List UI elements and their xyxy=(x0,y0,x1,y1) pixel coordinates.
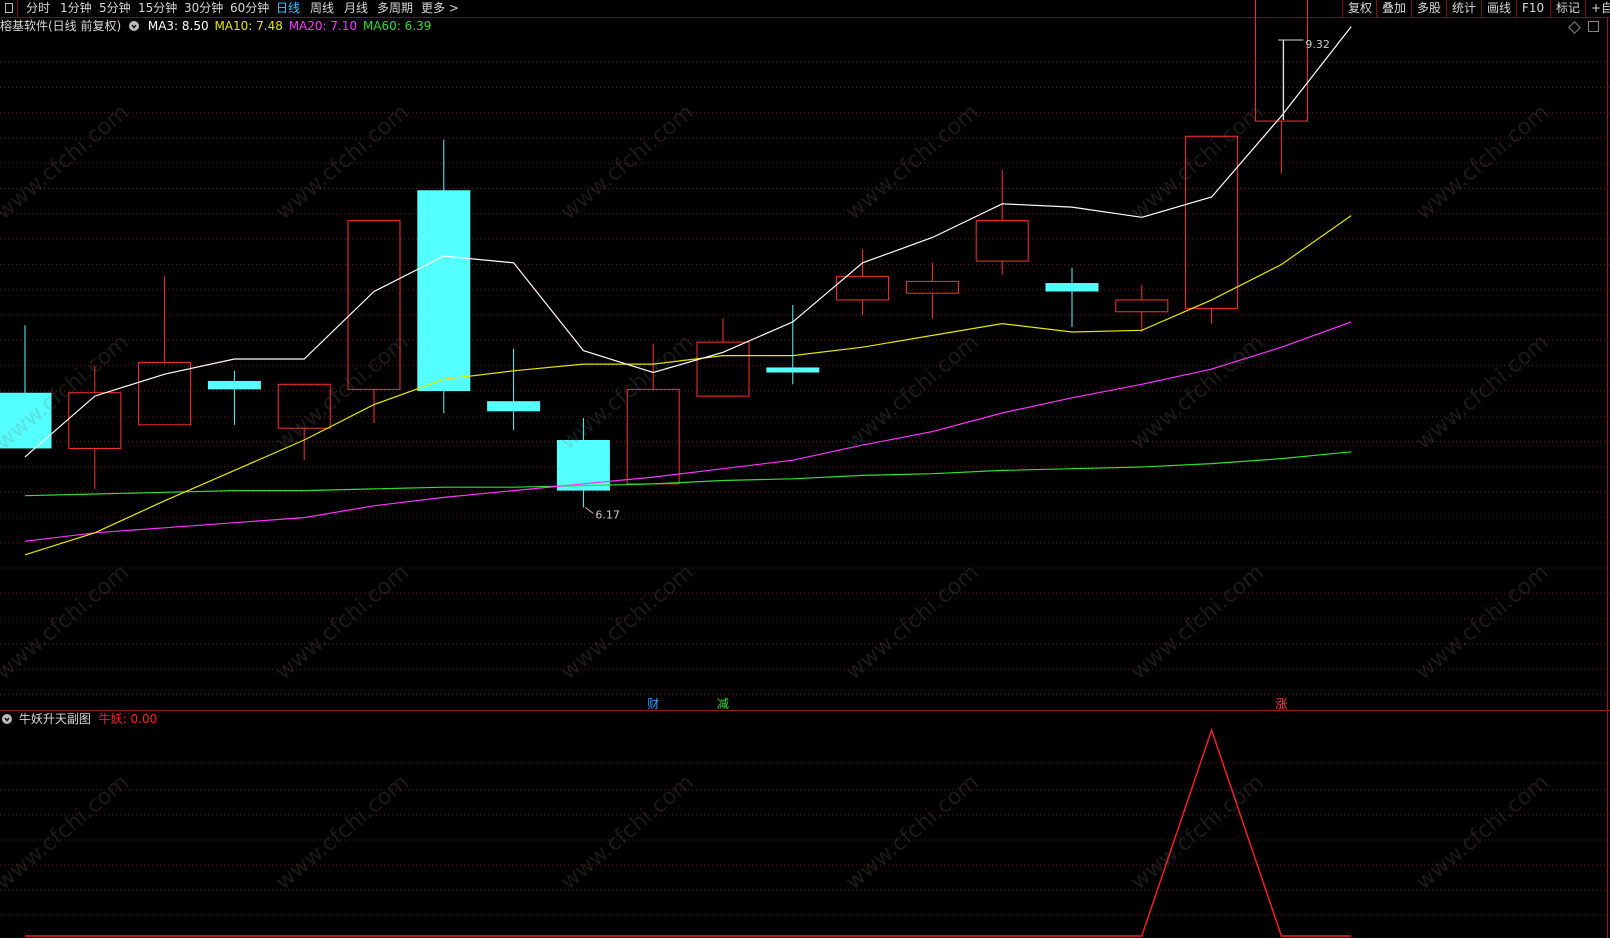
candle-body-up xyxy=(1115,299,1169,313)
candle-body-down xyxy=(207,380,261,390)
candle-body-up xyxy=(1185,135,1239,309)
candle-body-down xyxy=(417,190,471,392)
candle-body-up xyxy=(905,280,959,294)
candle-body-up xyxy=(347,220,401,390)
kline-chart[interactable]: 9.32 6.17 财 减 涨 xyxy=(0,0,1610,938)
candle-body-up xyxy=(1254,0,1308,122)
ma3-line xyxy=(24,26,1352,458)
candle-body-up xyxy=(696,341,750,397)
candle-body-up xyxy=(68,392,122,449)
signal-label: 涨 xyxy=(1275,696,1287,711)
candle-body-up xyxy=(975,220,1029,262)
candle-body-down xyxy=(556,440,610,491)
ma20-line xyxy=(24,321,1352,542)
candle-body-up xyxy=(138,361,192,426)
low-price-label: 6.17 xyxy=(595,509,620,522)
ma60-line xyxy=(24,451,1352,497)
candle-body-down xyxy=(487,401,541,412)
candle-body-down xyxy=(766,367,820,373)
candle-body-up xyxy=(836,275,890,301)
candle-body-up xyxy=(626,388,680,485)
low-marker-line xyxy=(585,507,594,514)
high-price-label: 9.32 xyxy=(1305,38,1330,51)
candle-body-down xyxy=(1045,283,1099,292)
niuyao-line xyxy=(25,727,1352,937)
signal-label: 财 xyxy=(647,697,659,711)
signal-label: 减 xyxy=(717,697,729,711)
